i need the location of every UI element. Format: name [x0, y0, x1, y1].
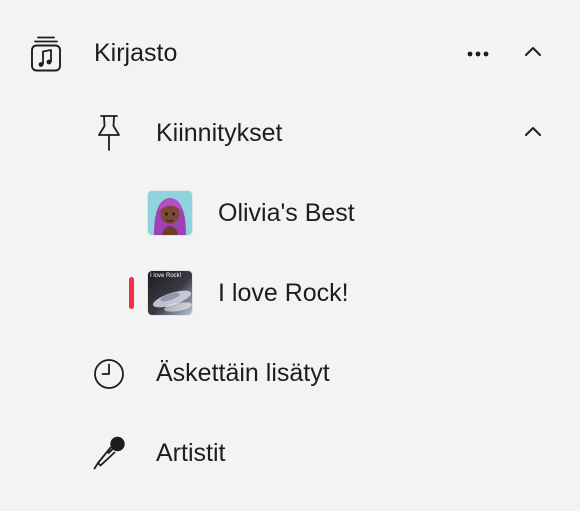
library-section-header[interactable]: Kirjasto: [0, 25, 580, 81]
pins-section-header[interactable]: Kiinnitykset: [0, 105, 580, 161]
pinned-playlist-label: I love Rock!: [218, 279, 349, 307]
microphone-icon: [92, 435, 126, 471]
more-options-button[interactable]: [462, 39, 494, 67]
memoji-avatar-artwork: [148, 191, 192, 235]
chevron-up-icon: [524, 44, 542, 62]
pins-label: Kiinnitykset: [156, 119, 283, 147]
clock-icon: [93, 358, 125, 390]
sidebar-item-recently-added[interactable]: Äskettäin lisätyt: [0, 345, 580, 401]
library-collapse-button[interactable]: [518, 39, 548, 67]
now-playing-indicator: [129, 277, 134, 309]
pinned-playlist-i-love-rock[interactable]: I love Rock! I love Rock!: [0, 265, 580, 321]
pins-collapse-button[interactable]: [518, 119, 548, 147]
pinned-playlist-olivias-best[interactable]: Olivia's Best: [0, 185, 580, 241]
sidebar-item-artists[interactable]: Artistit: [0, 425, 580, 481]
ellipsis-icon: [467, 44, 489, 62]
sidebar-item-label: Artistit: [156, 439, 226, 467]
sidebar: Kirjasto Kiinnitykset Olivia's Best I lo…: [0, 0, 580, 511]
library-label: Kirjasto: [94, 39, 178, 67]
artwork-caption: I love Rock!: [150, 273, 182, 279]
rock-playlist-artwork: I love Rock!: [148, 271, 192, 315]
pinned-playlist-label: Olivia's Best: [218, 199, 355, 227]
sidebar-item-label: Äskettäin lisätyt: [156, 359, 330, 387]
chevron-up-icon: [524, 124, 542, 142]
pin-icon: [96, 114, 122, 154]
library-icon: [30, 36, 62, 72]
